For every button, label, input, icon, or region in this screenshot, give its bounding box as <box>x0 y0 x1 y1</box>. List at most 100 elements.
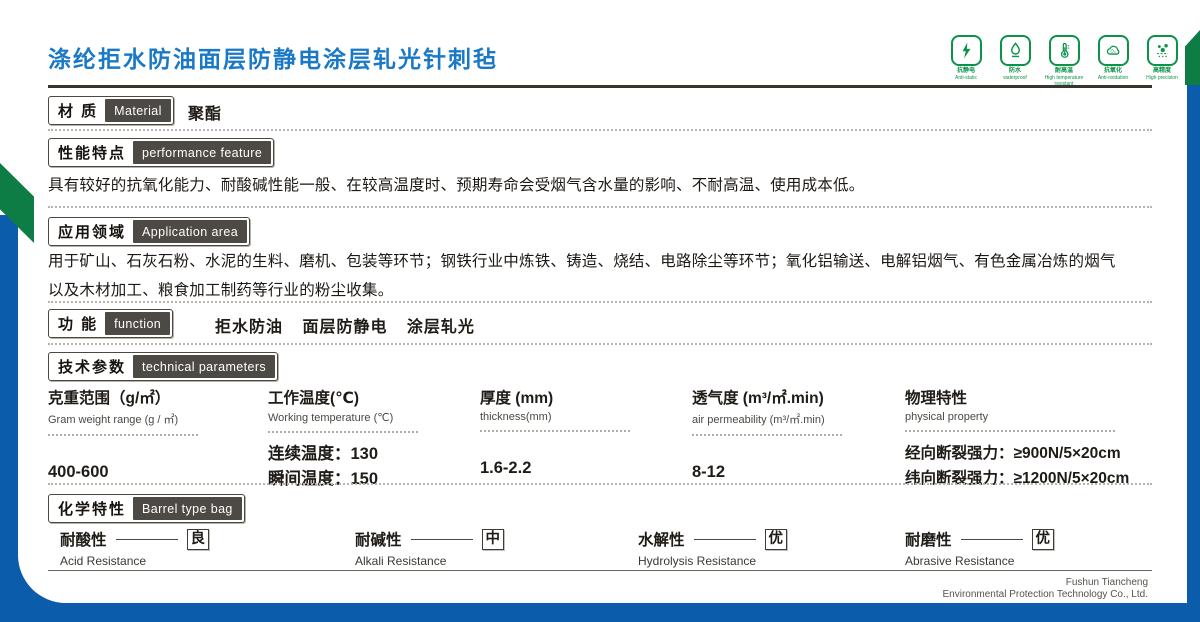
param-dotted-rule <box>480 430 630 432</box>
icon-label-zh: 高精度 <box>1146 68 1178 75</box>
title-divider <box>48 85 1152 88</box>
function-value: 拒水防油 面层防静电 涂层轧光 <box>215 313 475 337</box>
chem-rating-badge: 中 <box>482 529 505 550</box>
precision-dots-icon <box>1147 35 1178 66</box>
chem-item-alkali-resistance: 耐碱性 中 Alkali Resistance <box>355 528 504 568</box>
chemical-label-en-badge: Barrel type bag <box>133 497 242 520</box>
chem-name-en: Acid Resistance <box>60 554 209 568</box>
footer-divider <box>48 570 1152 571</box>
chemical-label-zh: 化学特性 <box>51 497 133 520</box>
material-value: 聚酯 <box>188 100 222 124</box>
thermometer-icon <box>1049 35 1080 66</box>
chem-name-zh: 耐酸性 <box>60 528 107 550</box>
section-label-chemical: 化学特性 Barrel type bag <box>48 494 245 523</box>
param-title-zh: 物理特性 <box>905 386 1129 408</box>
performance-text: 具有较好的抗氧化能力、耐酸碱性能一般、在较高温度时、预期寿命会受烟气含水量的影响… <box>48 171 1138 200</box>
application-label-zh: 应用领域 <box>51 220 133 243</box>
chem-rule <box>961 539 1023 540</box>
section-label-function: 功 能 function <box>48 309 173 338</box>
param-col-working-temperature: 工作温度(℃) Working temperature (℃) 连续温度：130… <box>268 386 418 492</box>
param-value: 400-600 <box>48 445 198 485</box>
high-temperature-feature: 耐高温 High temperature resistant <box>1044 35 1084 87</box>
cloud-o3-icon: O₃ <box>1098 35 1129 66</box>
chem-item-acid-resistance: 耐酸性 良 Acid Resistance <box>60 528 209 568</box>
param-title-en: thickness(mm) <box>480 411 630 423</box>
icon-label-en: waterproof <box>1003 75 1027 81</box>
material-label-en-badge: Material <box>105 99 171 122</box>
param-value: 经向断裂强力：≥900N/5×20cm <box>905 441 1129 466</box>
section-label-technical: 技术参数 technical parameters <box>48 352 278 381</box>
param-dotted-rule <box>692 434 842 436</box>
param-value: 瞬间温度：150 <box>268 467 418 492</box>
page-content: 涤纶拒水防油面层防静电涂层轧光针刺毡 抗静电 Anti-static 防水 wa… <box>0 0 1200 622</box>
chem-name-en: Abrasive Resistance <box>905 554 1054 568</box>
function-label-en-badge: function <box>105 312 170 335</box>
performance-label-en-badge: performance feature <box>133 141 271 164</box>
param-title-en: Gram weight range (g / ㎡) <box>48 411 198 427</box>
param-dotted-rule <box>268 431 418 433</box>
param-col-physical-property: 物理特性 physical property 经向断裂强力：≥900N/5×20… <box>905 386 1129 491</box>
chem-name-en: Alkali Resistance <box>355 554 504 568</box>
param-title-zh: 工作温度(℃) <box>268 386 418 408</box>
waterproof-feature: 防水 waterproof <box>995 35 1035 87</box>
icon-label-zh: 抗静电 <box>955 68 977 75</box>
chem-name-zh: 水解性 <box>638 528 685 550</box>
chem-rating-badge: 良 <box>187 529 210 550</box>
param-title-zh: 厚度 (mm) <box>480 386 630 408</box>
performance-label-zh: 性能特点 <box>51 141 133 164</box>
icon-label-en: Anti-oxidation <box>1098 75 1128 81</box>
param-col-gram-weight: 克重范围（g/㎡） Gram weight range (g / ㎡) 400-… <box>48 386 198 485</box>
technical-label-zh: 技术参数 <box>51 355 133 378</box>
application-text: 用于矿山、石灰石粉、水泥的生料、磨机、包装等环节；钢铁行业中炼铁、铸造、烧结、电… <box>48 247 1128 305</box>
section-label-application: 应用领域 Application area <box>48 217 250 246</box>
chem-rule <box>694 539 756 540</box>
param-value: 连续温度：130 <box>268 442 418 467</box>
application-label-en-badge: Application area <box>133 220 247 243</box>
anti-static-feature: 抗静电 Anti-static <box>946 35 986 87</box>
param-dotted-rule <box>905 430 1115 432</box>
header-icons-row: 抗静电 Anti-static 防水 waterproof <box>946 35 1182 87</box>
param-value: 纬向断裂强力：≥1200N/5×20cm <box>905 466 1129 491</box>
icon-label-zh: 耐高温 <box>1044 68 1084 75</box>
param-title-en: physical property <box>905 411 1129 423</box>
dotted-divider <box>48 343 1152 345</box>
chem-rating-badge: 优 <box>1032 529 1055 550</box>
param-title-zh: 透气度 (m³/㎡.min) <box>692 386 842 408</box>
anti-oxidation-feature: O₃ 抗氧化 Anti-oxidation <box>1093 35 1133 87</box>
icon-label-en: High precision <box>1146 75 1178 81</box>
function-label-zh: 功 能 <box>51 312 105 335</box>
param-title-en: Working temperature (℃) <box>268 411 418 424</box>
section-label-material: 材 质 Material <box>48 96 174 125</box>
dotted-divider <box>48 301 1152 303</box>
chem-rule <box>411 539 473 540</box>
section-label-performance: 性能特点 performance feature <box>48 138 274 167</box>
svg-text:O₃: O₃ <box>1110 48 1115 53</box>
param-value: 8-12 <box>692 445 842 485</box>
chem-rating-badge: 优 <box>765 529 788 550</box>
param-dotted-rule <box>48 434 198 436</box>
company-name-line1: Fushun Tiancheng <box>943 577 1149 589</box>
param-col-air-permeability: 透气度 (m³/㎡.min) air permeability (m³/㎡.mi… <box>692 386 842 485</box>
company-name: Fushun Tiancheng Environmental Protectio… <box>943 577 1149 601</box>
company-name-line2: Environmental Protection Technology Co.,… <box>943 589 1149 601</box>
chem-item-hydrolysis-resistance: 水解性 优 Hydrolysis Resistance <box>638 528 787 568</box>
technical-label-en-badge: technical parameters <box>133 355 275 378</box>
dotted-divider <box>48 129 1152 131</box>
chem-rule <box>116 539 178 540</box>
lightning-icon <box>951 35 982 66</box>
dotted-divider <box>48 483 1152 485</box>
material-label-zh: 材 质 <box>51 99 105 122</box>
chem-item-abrasive-resistance: 耐磨性 优 Abrasive Resistance <box>905 528 1054 568</box>
chem-name-en: Hydrolysis Resistance <box>638 554 787 568</box>
icon-label-zh: 抗氧化 <box>1098 68 1128 75</box>
chem-name-zh: 耐碱性 <box>355 528 402 550</box>
chem-name-zh: 耐磨性 <box>905 528 952 550</box>
param-title-zh: 克重范围（g/㎡） <box>48 386 198 408</box>
high-precision-feature: 高精度 High precision <box>1142 35 1182 87</box>
dotted-divider <box>48 206 1152 208</box>
param-col-thickness: 厚度 (mm) thickness(mm) 1.6-2.2 <box>480 386 630 481</box>
icon-label-zh: 防水 <box>1003 68 1027 75</box>
icon-label-en: Anti-static <box>955 75 977 81</box>
param-value: 1.6-2.2 <box>480 441 630 481</box>
water-drop-icon <box>1000 35 1031 66</box>
